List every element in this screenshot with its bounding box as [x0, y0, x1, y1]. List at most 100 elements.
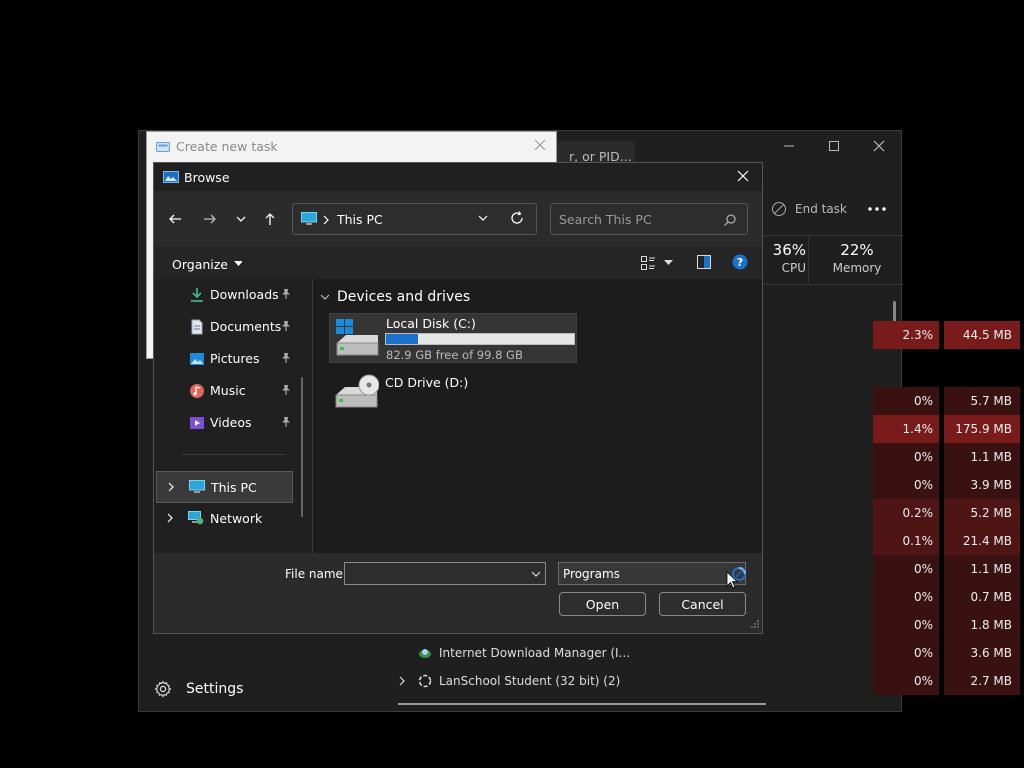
refresh-button[interactable]	[509, 210, 527, 228]
chevron-right-icon[interactable]	[398, 676, 406, 686]
cpu-cell: 0%	[873, 443, 939, 471]
drive-c[interactable]: Local Disk (C:) 82.9 GB free of 99.8 GB	[329, 313, 577, 363]
address-location: This PC	[337, 212, 383, 227]
file-type-select[interactable]: Programs	[558, 562, 747, 585]
file-type-value: Programs	[563, 567, 620, 581]
memory-cell: 5.2 MB	[944, 499, 1020, 527]
memory-cell: 1.1 MB	[944, 555, 1020, 583]
video-icon	[190, 417, 204, 429]
open-button[interactable]: Open	[559, 592, 646, 616]
drive-usage-bar	[385, 333, 575, 345]
forward-button[interactable]	[198, 207, 222, 231]
pin-icon	[282, 289, 290, 299]
preview-pane-button[interactable]	[696, 254, 714, 272]
title-bar: Browse	[154, 163, 762, 191]
nav-pane-scrollbar[interactable]	[301, 377, 303, 517]
chevron-down-icon	[478, 215, 488, 221]
up-button[interactable]	[258, 207, 282, 231]
chevron-right-icon	[167, 513, 173, 523]
memory-cell: 44.5 MB	[944, 321, 1020, 349]
close-icon	[534, 139, 546, 151]
back-button[interactable]	[163, 207, 187, 231]
address-bar[interactable]: This PC	[292, 203, 537, 235]
group-header-devices[interactable]: Devices and drives	[319, 289, 470, 305]
nav-item-label: Music	[210, 382, 246, 398]
cancel-button[interactable]: Cancel	[659, 592, 746, 616]
chevron-down-icon	[320, 294, 330, 300]
pin-icon	[282, 385, 290, 395]
nav-item-label: Videos	[210, 414, 252, 430]
memory-cell: 3.6 MB	[944, 639, 1020, 667]
network-icon	[188, 511, 204, 525]
divider	[182, 454, 286, 455]
pin-icon	[282, 417, 290, 427]
horizontal-scrollbar[interactable]	[398, 703, 766, 705]
process-name: LanSchool Student (32 bit) (2)	[439, 674, 621, 688]
nav-item-this-pc[interactable]: This PC	[156, 471, 293, 503]
cpu-cell: 0%	[873, 555, 939, 583]
arrow-left-icon	[169, 214, 181, 224]
cpu-cell: 0%	[873, 583, 939, 611]
preview-pane-icon	[697, 255, 711, 269]
computer-icon	[189, 480, 205, 493]
cpu-cell: 0%	[873, 611, 939, 639]
memory-cell: 5.7 MB	[944, 387, 1020, 415]
view-icon	[641, 256, 655, 270]
picture-icon	[190, 353, 204, 365]
quick-access-list: Downloads Documents Pictures Music Videos	[154, 279, 304, 439]
browse-icon	[163, 171, 179, 183]
close-button[interactable]	[533, 138, 551, 156]
content-area: Devices and drives Local Disk (C:) 82.9 …	[313, 279, 762, 553]
nav-item-downloads[interactable]: Downloads	[154, 279, 304, 309]
dialog-footer: File name: Programs Open Cancel	[154, 553, 762, 633]
resize-grip-icon[interactable]	[750, 619, 760, 629]
cpu-cell: 0%	[873, 639, 939, 667]
nav-item-pictures[interactable]: Pictures	[154, 343, 304, 373]
mouse-cursor-icon	[726, 571, 738, 589]
run-icon	[156, 142, 170, 152]
dialog-title: Create new task	[176, 139, 278, 154]
cpu-cell: 0%	[873, 471, 939, 499]
cpu-cell: 0%	[873, 667, 939, 695]
nav-item-documents[interactable]: Documents	[154, 311, 304, 341]
process-row[interactable]: Internet Download Manager (I... 0% 3.6 MB	[139, 639, 1020, 667]
organize-button[interactable]: Organize	[172, 255, 242, 273]
document-icon	[191, 319, 203, 335]
cd-drive-icon	[335, 374, 379, 408]
svg-text:?: ?	[737, 256, 743, 269]
drive-d[interactable]: CD Drive (D:)	[329, 371, 529, 417]
settings-button[interactable]: Settings	[154, 679, 274, 699]
download-manager-icon	[419, 649, 431, 658]
pin-icon	[282, 353, 290, 363]
drive-usage-fill	[386, 334, 418, 344]
computer-icon	[301, 212, 317, 225]
search-icon	[724, 214, 736, 226]
nav-item-music[interactable]: Music	[154, 375, 304, 405]
cpu-cell: 2.3%	[873, 321, 939, 349]
caret-down-icon	[664, 260, 673, 265]
arrow-right-icon	[204, 214, 216, 224]
help-button[interactable]: ?	[732, 254, 750, 272]
file-name-label: File name:	[285, 567, 347, 581]
help-icon: ?	[732, 254, 748, 270]
chevron-down-icon	[531, 571, 541, 577]
search-input[interactable]: Search This PC	[550, 203, 748, 235]
dialog-title: Browse	[184, 170, 230, 185]
search-placeholder: Search This PC	[559, 212, 652, 227]
memory-cell: 175.9 MB	[944, 415, 1020, 443]
recent-locations-button[interactable]	[229, 207, 253, 231]
caret-down-icon	[234, 261, 242, 266]
file-name-combobox[interactable]	[344, 562, 546, 585]
address-dropdown-button[interactable]	[477, 212, 493, 228]
chevron-down-icon	[236, 216, 246, 222]
change-view-button[interactable]	[640, 254, 678, 272]
arrow-up-icon	[265, 213, 275, 225]
pin-icon	[282, 321, 290, 331]
nav-item-network[interactable]: Network	[156, 503, 293, 535]
nav-item-label: Pictures	[210, 350, 260, 366]
nav-item-videos[interactable]: Videos	[154, 407, 304, 437]
cpu-cell: 0%	[873, 387, 939, 415]
close-button[interactable]	[736, 169, 754, 187]
close-icon	[737, 170, 749, 182]
refresh-icon	[511, 211, 523, 224]
